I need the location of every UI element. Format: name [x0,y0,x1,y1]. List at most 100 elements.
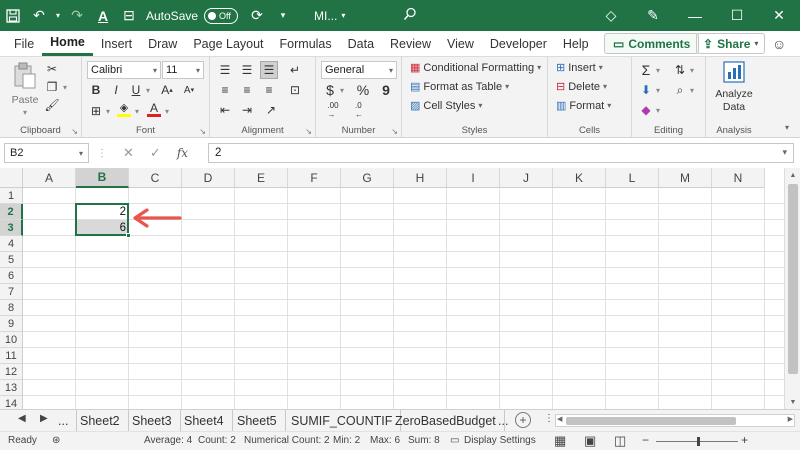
insert-function-icon[interactable]: fx [177,146,188,160]
maximize-icon[interactable]: ☐ [716,0,758,31]
accessibility-icon[interactable]: ⊛ [52,435,60,446]
horizontal-scrollbar[interactable]: ◀ ▶ [555,414,795,427]
row-header-14[interactable]: 14 [0,396,23,409]
format-cells-button[interactable]: ▥ Format ▾ [556,99,611,113]
tab-page-layout[interactable]: Page Layout [185,31,271,56]
dialog-launcher-icon[interactable]: ↘ [391,127,398,136]
tab-data[interactable]: Data [340,31,382,56]
status-numerical-count[interactable]: Numerical Count: 2 [244,435,330,446]
row-header-7[interactable]: 7 [0,284,23,300]
dialog-launcher-icon[interactable]: ↘ [305,127,312,136]
tab-file[interactable]: File [6,31,42,56]
sheet-tab-sheet5[interactable]: Sheet5 [229,410,286,431]
page-layout-view-icon[interactable]: ▣ [584,433,596,449]
minimize-icon[interactable]: — [674,0,716,31]
tab-help[interactable]: Help [555,31,597,56]
row-header-13[interactable]: 13 [0,380,23,396]
column-header-j[interactable]: J [500,168,553,188]
undo-dropdown-icon[interactable]: ▾ [52,0,64,31]
fill-handle[interactable] [126,233,131,238]
sheet-tab-zerobasedbudget[interactable]: ZeroBasedBudget [387,410,505,431]
cut-icon[interactable]: ✂ [44,61,60,77]
format-as-table-button[interactable]: ▤ Format as Table ▾ [410,80,509,94]
status-sum[interactable]: Sum: 8 [408,435,440,446]
align-top-icon[interactable]: ☰ [216,61,234,79]
column-header-d[interactable]: D [182,168,235,188]
sync-icon[interactable]: ⟳ [244,0,270,31]
autosave-toggle[interactable]: Off [204,7,239,24]
row-header-9[interactable]: 9 [0,316,23,332]
currency-button[interactable]: $ [322,81,338,99]
redo-icon[interactable]: ↷ [64,0,90,31]
align-bottom-icon[interactable]: ☰ [260,61,278,79]
borders-icon[interactable]: ⊞ [88,103,104,119]
row-header-2[interactable]: 2 [0,204,23,220]
autosum-icon[interactable]: Σ [638,61,654,79]
gem-icon[interactable]: ◇ [590,0,632,31]
sheet-tab-more-right[interactable]: ... [490,410,516,431]
tab-review[interactable]: Review [382,31,439,56]
font-size-select[interactable]: 11 ▾ [162,61,204,79]
worksheet-grid[interactable]: A B C D E F G H I J K L M N 1 2 3 4 5 6 7 8 9 10 11 12 13 14 2 6 [0,168,784,409]
analyze-data-button[interactable]: Analyze Data [708,87,760,115]
underline-button[interactable]: U [128,82,144,98]
scroll-right-icon[interactable]: ▶ [788,415,793,423]
decrease-indent-icon[interactable]: ⇤ [216,101,234,119]
status-max[interactable]: Max: 6 [370,435,400,446]
font-color-dropdown-icon[interactable]: ▾ [163,103,171,119]
pen-icon[interactable]: ✎ [632,0,674,31]
font-name-select[interactable]: Calibri ▾ [87,61,161,79]
tab-insert[interactable]: Insert [93,31,140,56]
column-header-n[interactable]: N [712,168,765,188]
row-header-10[interactable]: 10 [0,332,23,348]
enter-icon[interactable]: ✓ [150,145,161,161]
save-icon[interactable] [0,0,26,31]
name-box[interactable]: B2 ▾ [4,143,89,163]
add-sheet-icon[interactable]: + [515,412,531,428]
document-title[interactable]: MI... ▾ [314,9,345,23]
column-header-k[interactable]: K [553,168,606,188]
column-header-e[interactable]: E [235,168,288,188]
find-select-icon[interactable]: ⌕ [672,81,688,99]
increase-indent-icon[interactable]: ⇥ [238,101,256,119]
fill-color-dropdown-icon[interactable]: ▾ [133,103,141,119]
italic-button[interactable]: I [108,82,124,98]
sort-filter-dropdown-icon[interactable]: ▾ [688,61,696,79]
insert-cells-button[interactable]: ⊞ Insert ▾ [556,61,603,75]
next-sheet-icon[interactable]: ▶ [40,413,48,424]
scroll-down-icon[interactable]: ▼ [785,395,800,409]
scroll-left-icon[interactable]: ◀ [557,415,562,423]
scroll-thumb[interactable] [566,417,736,425]
bold-button[interactable]: B [88,82,104,98]
sort-filter-icon[interactable]: ⇅ [672,61,688,79]
fill-icon[interactable]: ⬇ [638,81,654,99]
tab-home[interactable]: Home [42,31,93,56]
increase-decimal-icon[interactable]: .00 → [322,101,344,119]
status-min[interactable]: Min: 2 [333,435,360,446]
find-select-dropdown-icon[interactable]: ▾ [688,81,696,99]
fill-color-icon[interactable]: ◈ [116,101,132,119]
quick-access-icon[interactable]: ⊟ [116,0,142,31]
row-header-12[interactable]: 12 [0,364,23,380]
vertical-scrollbar[interactable]: ▲ ▼ [784,168,800,409]
increase-font-icon[interactable]: A ▴ [158,82,176,98]
tab-view[interactable]: View [439,31,482,56]
sheet-tab-sumif-countif[interactable]: SUMIF_COUNTIF [283,410,402,431]
currency-dropdown-icon[interactable]: ▾ [338,81,346,99]
column-header-f[interactable]: F [288,168,341,188]
decrease-decimal-icon[interactable]: .0 ← [348,101,370,119]
column-header-l[interactable]: L [606,168,659,188]
percent-button[interactable]: % [354,81,372,99]
paste-icon[interactable] [10,61,40,91]
more-qat-icon[interactable]: ▾ [270,0,296,31]
dialog-launcher-icon[interactable]: ↘ [199,127,206,136]
comma-button[interactable]: 9 [378,81,394,99]
undo-icon[interactable]: ↶ [26,0,52,31]
zoom-out-icon[interactable]: − [642,433,649,447]
align-left-icon[interactable]: ≡ [216,81,234,99]
font-color-icon[interactable]: A [146,101,162,119]
select-all-corner[interactable] [0,168,23,188]
analyze-data-icon[interactable] [721,59,747,85]
scroll-up-icon[interactable]: ▲ [785,168,800,182]
merge-center-icon[interactable]: ⊡ [286,81,304,99]
